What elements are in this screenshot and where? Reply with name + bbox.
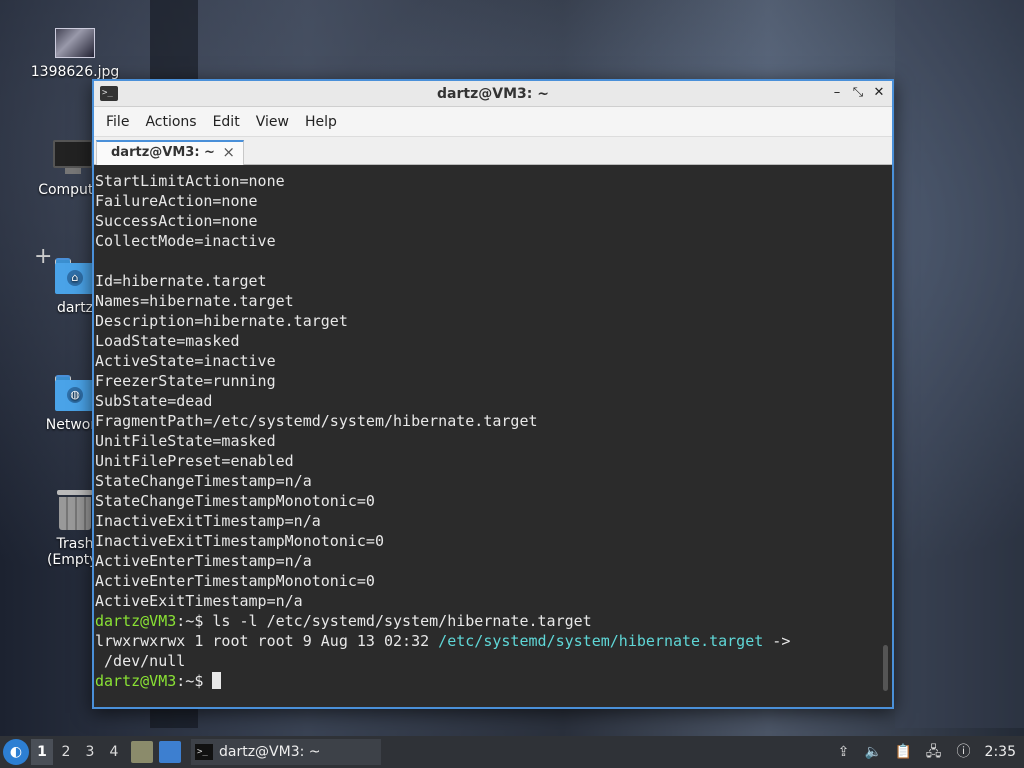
menu-bar: File Actions Edit View Help [94,107,892,137]
window-titlebar[interactable]: >_ dartz@VM3: ~ – ⤡ ✕ [94,81,892,107]
terminal-line: CollectMode=inactive [95,232,276,250]
tab-bar: dartz@VM3: ~ × [94,137,892,165]
terminal-line: Id=hibernate.target [95,272,267,290]
volume-icon[interactable]: 🔈 [865,743,883,761]
system-tray: ⇪ 🔈 📋 🖧 ⓘ 2:35 [829,736,1024,768]
menu-view[interactable]: View [248,114,297,130]
terminal-line: InactiveExitTimestamp=n/a [95,512,321,530]
taskbar-item-terminal[interactable]: >_ dartz@VM3: ~ [191,739,381,765]
terminal-line: StateChangeTimestamp=n/a [95,472,312,490]
terminal-line: FailureAction=none [95,192,258,210]
desktop-icon-label: dartz [56,300,94,316]
terminal-line: InactiveExitTimestampMonotonic=0 [95,532,384,550]
text-cursor [212,672,222,689]
clock[interactable]: 2:35 [985,744,1016,760]
terminal-line: StartLimitAction=none [95,172,285,190]
show-desktop-icon[interactable] [159,741,181,763]
menu-help[interactable]: Help [297,114,345,130]
command-text: ls -l /etc/systemd/system/hibernate.targ… [212,612,592,630]
maximize-button[interactable]: ⤡ [849,84,867,102]
prompt-user: dartz@VM3 [95,672,177,690]
taskbar-item-label: dartz@VM3: ~ [219,744,321,760]
terminal-line: ActiveState=inactive [95,352,276,370]
upload-icon[interactable]: ⇪ [835,743,853,761]
prompt-user: dartz@VM3 [95,612,177,630]
prompt-path: :~$ [176,612,213,630]
ls-output-wrap: /dev/null [95,651,891,671]
workspace-4[interactable]: 4 [103,739,125,765]
command-line: dartz@VM3:~$ ls -l /etc/systemd/system/h… [95,611,891,631]
workspace-3[interactable]: 3 [79,739,101,765]
scrollbar[interactable] [883,645,888,691]
terminal-line: Names=hibernate.target [95,292,294,310]
ls-prefix: lrwxrwxrwx 1 root root 9 Aug 13 02:32 [95,632,439,650]
minimize-button[interactable]: – [828,84,846,102]
desktop-icon-image[interactable]: 1398626.jpg [30,28,120,80]
home-folder-icon: ⌂ [55,258,95,294]
trash-icon [57,490,93,530]
output-lines: StartLimitAction=none FailureAction=none S… [95,171,891,611]
symlink-target: /dev/null [95,652,186,670]
terminal-line: ActiveExitTimestamp=n/a [95,592,303,610]
network-icon[interactable]: 🖧 [925,743,943,761]
computer-icon [53,140,93,176]
ls-output-line: lrwxrwxrwx 1 root root 9 Aug 13 02:32 /e… [95,631,891,651]
network-folder-icon: ◍ [55,375,95,411]
ls-arrow: -> [763,632,791,650]
terminal-output[interactable]: StartLimitAction=none FailureAction=none S… [94,167,892,707]
clipboard-icon[interactable]: 📋 [895,743,913,761]
wallpaper-panel [895,0,1024,728]
menu-file[interactable]: File [98,114,137,130]
terminal-line: FreezerState=running [95,372,276,390]
terminal-line: SuccessAction=none [95,212,258,230]
workspace-2[interactable]: 2 [55,739,77,765]
desktop-icon-label: 1398626.jpg [30,64,120,80]
terminal-line: SubState=dead [95,392,213,410]
taskbar: ◐ 1 2 3 4 >_ dartz@VM3: ~ ⇪ 🔈 📋 🖧 ⓘ 2:35 [0,736,1024,768]
menu-actions[interactable]: Actions [137,114,204,130]
lubuntu-start-icon[interactable]: ◐ [3,739,29,765]
image-file-icon [55,28,95,58]
terminal-line: UnitFileState=masked [95,432,276,450]
tab-close-icon[interactable]: × [222,143,235,161]
terminal-line: UnitFilePreset=enabled [95,452,294,470]
symlink-path: /etc/systemd/system/hibernate.target [438,632,764,650]
terminal-line: ActiveEnterTimestampMonotonic=0 [95,572,375,590]
menu-edit[interactable]: Edit [205,114,248,130]
terminal-line: LoadState=masked [95,332,240,350]
terminal-app-icon: >_ [195,744,213,760]
terminal-line: FragmentPath=/etc/systemd/system/hiberna… [95,412,538,430]
window-title: dartz@VM3: ~ [437,86,549,102]
prompt-path: :~$ [176,672,213,690]
terminal-line: ActiveEnterTimestamp=n/a [95,552,312,570]
file-manager-icon[interactable] [131,741,153,763]
tab-terminal[interactable]: dartz@VM3: ~ × [96,140,244,165]
workspace-1[interactable]: 1 [31,739,53,765]
terminal-line: Description=hibernate.target [95,312,348,330]
close-button[interactable]: ✕ [870,84,888,102]
terminal-window[interactable]: >_ dartz@VM3: ~ – ⤡ ✕ File Actions Edit … [92,79,894,709]
terminal-line: StateChangeTimestampMonotonic=0 [95,492,375,510]
tab-label: dartz@VM3: ~ [111,145,215,160]
current-prompt[interactable]: dartz@VM3:~$ [95,671,891,691]
update-notifier-icon[interactable]: ⓘ [955,743,973,761]
